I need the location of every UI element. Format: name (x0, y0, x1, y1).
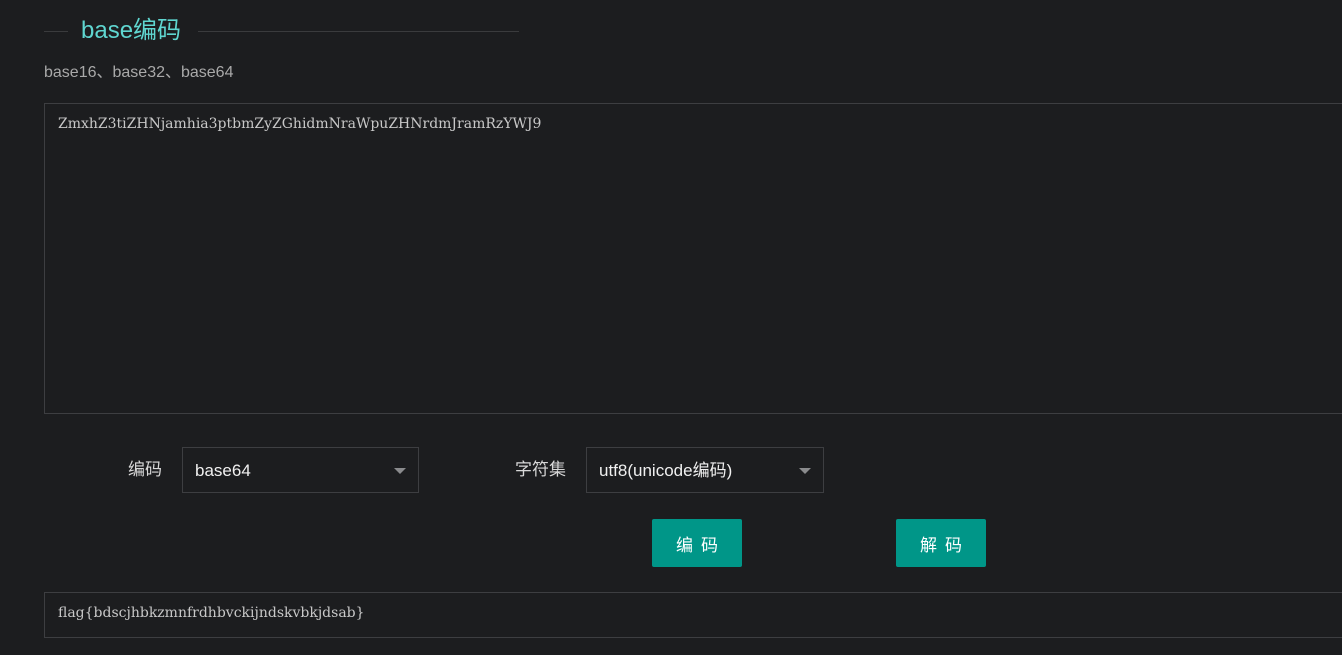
caret-down-icon (394, 468, 406, 474)
encoding-label: 编码 (128, 460, 162, 479)
encoding-select[interactable]: base64 (182, 447, 419, 493)
charset-label: 字符集 (515, 460, 566, 479)
output-field[interactable]: flag{bdscjhbkzmnfrdhbvckijndskvbkjdsab} (44, 592, 1342, 638)
charset-select-value: utf8(unicode编码) (599, 461, 733, 480)
encoding-select-value: base64 (195, 461, 251, 480)
encode-button[interactable]: 编码 (652, 519, 742, 567)
header-divider-left (44, 31, 68, 32)
caret-down-icon (799, 468, 811, 474)
header-divider-right (198, 31, 519, 32)
section-title: base编码 (81, 17, 182, 44)
decode-button[interactable]: 解码 (896, 519, 986, 567)
section-header: base编码 (44, 14, 519, 50)
charset-select[interactable]: utf8(unicode编码) (586, 447, 824, 493)
input-textarea[interactable]: ZmxhZ3tiZHNjamhia3ptbmZyZGhidmNraWpuZHNr… (44, 103, 1342, 414)
section-subtitle: base16、base32、base64 (44, 64, 234, 81)
